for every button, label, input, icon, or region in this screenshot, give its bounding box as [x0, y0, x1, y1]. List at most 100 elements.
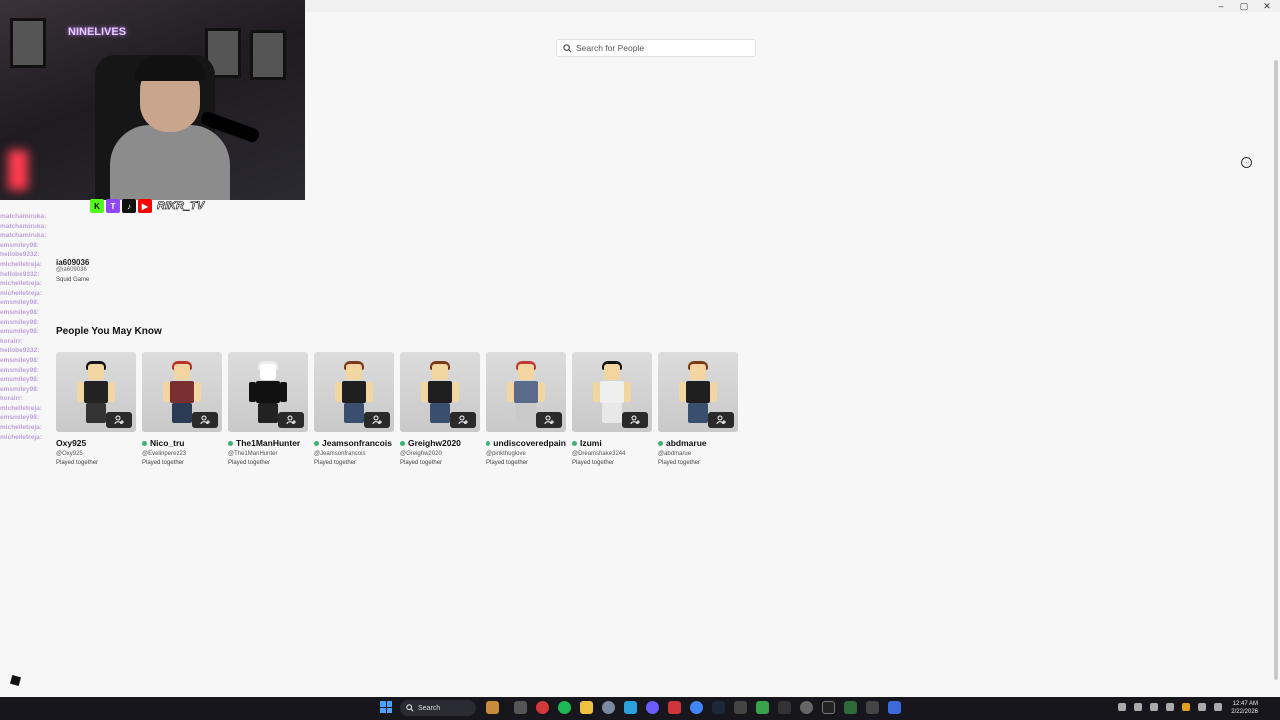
played-together-label: Played together [400, 460, 443, 466]
tray-icon[interactable] [1198, 703, 1206, 711]
avatar[interactable] [400, 352, 480, 432]
played-together-label: Played together [56, 460, 99, 466]
person-card[interactable]: Izumi @Dreamshake3244 Played together [572, 352, 652, 466]
played-together-label: Played together [572, 460, 615, 466]
played-together-label: Played together [228, 460, 271, 466]
chat-username: emsmiley98: [0, 299, 40, 307]
start-button[interactable] [380, 701, 392, 713]
taskbar-app-icon[interactable] [668, 701, 681, 714]
person-name[interactable]: undiscoveredpain [486, 438, 566, 448]
chat-username: emsmiley98: [0, 356, 40, 364]
chat-username: michelletreja: [0, 289, 42, 297]
chat-username: hellobe9332: [0, 347, 40, 355]
taskbar-app-icon[interactable] [486, 701, 499, 714]
spotify-icon[interactable] [558, 701, 571, 714]
taskbar-app-icon[interactable] [624, 701, 637, 714]
person-card[interactable]: Greighw2020 @Greighw2020 Played together [400, 352, 480, 466]
window-title-bar: – ▢ ✕ [305, 0, 1280, 12]
volume-icon[interactable] [1166, 703, 1174, 711]
person-username: @Evelinperez23 [142, 451, 187, 457]
chat-username: michelletreja: [0, 433, 42, 441]
person-name[interactable]: Greighw2020 [400, 438, 480, 448]
chat-username: matchamiruka: [0, 232, 47, 240]
person-card[interactable]: abdmarue @abdmarue Played together [658, 352, 738, 466]
chrome-icon[interactable] [690, 701, 703, 714]
chat-message: emsmiley98: [0, 356, 305, 366]
person-username: @Jeamsonfrancois [314, 451, 366, 457]
scrollbar[interactable] [1274, 60, 1278, 680]
online-status-icon [572, 440, 577, 446]
chat-username: emsmiley98: [0, 414, 40, 422]
person-card[interactable]: undiscoveredpain @pinkthuglove Played to… [486, 352, 566, 466]
chat-message: emsmiley98: [0, 308, 305, 318]
tray-icon[interactable] [1182, 703, 1190, 711]
chat-username: hellobe9332: [0, 270, 40, 278]
add-friend-button[interactable] [708, 412, 734, 428]
windows-taskbar: Search 12:47 AM 2/22/2026 [0, 697, 1280, 720]
chat-username: michelletreja: [0, 280, 42, 288]
roblox-taskbar-icon[interactable] [888, 701, 901, 714]
obs-icon[interactable] [800, 701, 813, 714]
avatar[interactable] [658, 352, 738, 432]
maximize-button[interactable]: ▢ [1233, 0, 1255, 12]
file-explorer-icon[interactable] [580, 701, 593, 714]
tray-icon[interactable] [1150, 703, 1158, 711]
played-together-label: Played together [658, 460, 701, 466]
avatar[interactable] [314, 352, 394, 432]
chat-message: michelletreja: [0, 260, 305, 270]
taskbar-app-icon[interactable] [536, 701, 549, 714]
wifi-icon[interactable] [1214, 703, 1222, 711]
person-username: @Oxy925 [56, 451, 83, 457]
person-card[interactable]: Jeamsonfrancois @Jeamsonfrancois Played … [314, 352, 394, 466]
taskbar-app-icon[interactable] [734, 701, 747, 714]
chat-message: emsmiley98: [0, 327, 305, 337]
chat-message: emsmiley98: [0, 241, 305, 251]
chat-username: matchamiruka: [0, 222, 47, 230]
avatar[interactable] [486, 352, 566, 432]
person-name[interactable]: Izumi [572, 438, 652, 448]
taskbar-app-icon[interactable] [756, 701, 769, 714]
roblox-icon[interactable] [9, 674, 22, 687]
add-friend-button[interactable] [536, 412, 562, 428]
taskbar-app-icon[interactable] [822, 701, 835, 714]
taskbar-search-label: Search [418, 704, 441, 712]
tray-chevron-icon[interactable] [1118, 703, 1126, 711]
add-friend-button[interactable] [364, 412, 390, 428]
chat-message: korairr: [0, 394, 305, 404]
settings-icon[interactable] [602, 701, 615, 714]
more-options-icon[interactable]: ··· [1241, 157, 1252, 168]
add-friend-icon [458, 415, 468, 425]
youtube-icon: ▶ [138, 199, 152, 213]
person-name[interactable]: Jeamsonfrancois [314, 438, 394, 448]
tray-icon[interactable] [1134, 703, 1142, 711]
red-light [8, 150, 28, 190]
chat-username: emsmiley98: [0, 241, 40, 249]
search-people-field[interactable]: Search for People [556, 39, 756, 57]
steam-icon[interactable] [712, 701, 725, 714]
chat-message: michelletreja: [0, 279, 305, 289]
add-friend-icon [630, 415, 640, 425]
taskbar-app-icon[interactable] [646, 701, 659, 714]
add-friend-icon [716, 415, 726, 425]
chat-username: emsmiley98: [0, 376, 40, 384]
person-username: @pinkthuglove [486, 451, 526, 457]
chat-username: emsmiley98: [0, 366, 40, 374]
add-friend-icon [544, 415, 554, 425]
taskbar-clock[interactable]: 12:47 AM 2/22/2026 [1231, 700, 1258, 716]
taskbar-app-icon[interactable] [866, 701, 879, 714]
taskbar-app-icon[interactable] [514, 701, 527, 714]
social-handle-bar: K T ♪ ▶ RIKR_TV [90, 199, 204, 213]
taskbar-search[interactable]: Search [400, 700, 476, 716]
taskbar-app-icon[interactable] [778, 701, 791, 714]
avatar[interactable] [572, 352, 652, 432]
taskbar-app-icon[interactable] [844, 701, 857, 714]
close-button[interactable]: ✕ [1256, 0, 1278, 12]
search-input-placeholder: Search for People [576, 43, 645, 53]
add-friend-button[interactable] [450, 412, 476, 428]
person-name[interactable]: abdmarue [658, 438, 738, 448]
minimize-button[interactable]: – [1210, 0, 1232, 12]
add-friend-button[interactable] [622, 412, 648, 428]
chat-username: emsmiley98: [0, 308, 40, 316]
chat-message: hellobe9332: [0, 270, 305, 280]
wall-poster [10, 18, 46, 68]
